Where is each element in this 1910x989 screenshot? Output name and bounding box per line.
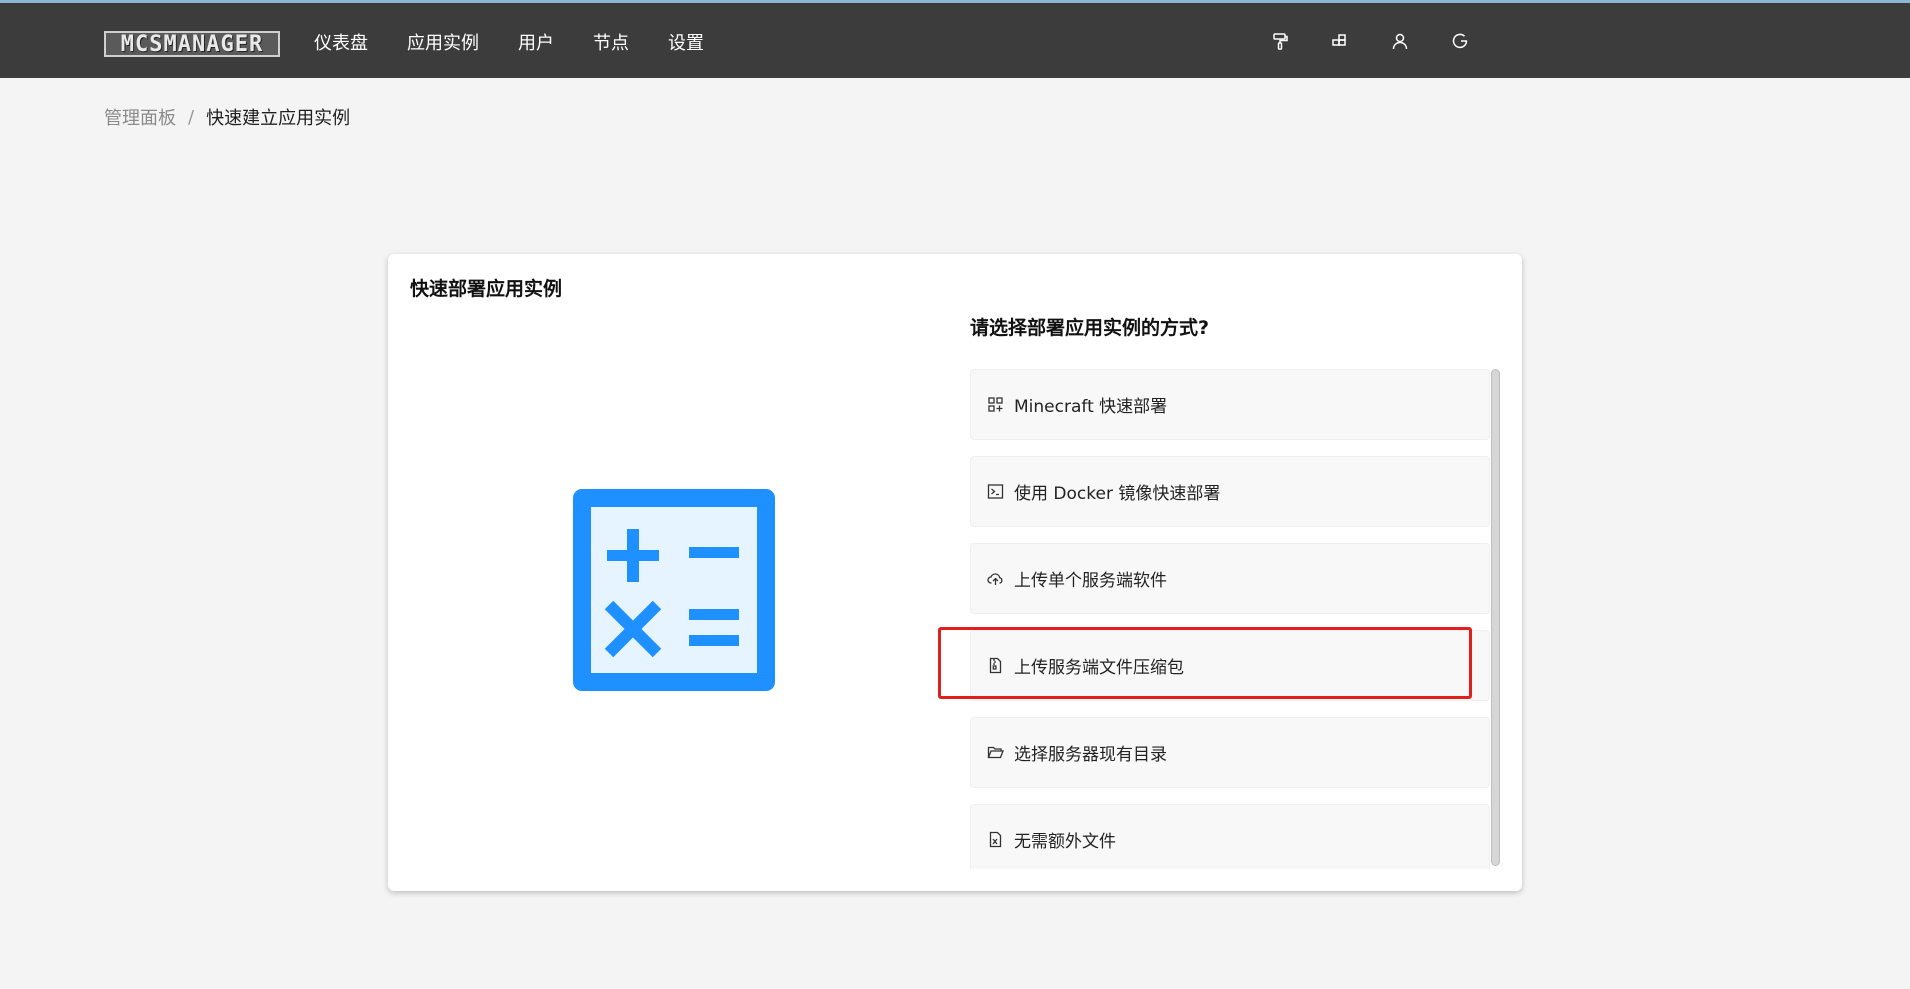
cloud-upload-icon	[987, 573, 1003, 585]
options-scrollbar[interactable]	[1491, 369, 1500, 866]
option-label: 上传服务端文件压缩包	[1014, 658, 1184, 678]
nav-dashboard[interactable]: 仪表盘	[314, 29, 368, 59]
option-no-extra-files[interactable]: 无需额外文件	[970, 804, 1490, 869]
main-nav: 仪表盘 应用实例 用户 节点 设置	[314, 29, 743, 59]
nav-users[interactable]: 用户	[518, 29, 554, 59]
option-docker-deploy[interactable]: 使用 Docker 镜像快速部署	[970, 456, 1490, 527]
option-upload-server-archive[interactable]: 上传服务端文件压缩包	[970, 630, 1490, 701]
card-title: 快速部署应用实例	[410, 278, 563, 300]
user-icon[interactable]	[1370, 21, 1430, 61]
puzzle-icon[interactable]	[1310, 21, 1370, 61]
breadcrumb-current: 快速建立应用实例	[206, 108, 351, 129]
deploy-method-question: 请选择部署应用实例的方式?	[970, 317, 1210, 339]
terminal-icon	[987, 484, 1004, 499]
calculator-icon	[573, 489, 775, 691]
top-navbar: MCSMANAGER 仪表盘 应用实例 用户 节点 设置	[0, 0, 1910, 78]
nav-nodes[interactable]: 节点	[593, 29, 629, 59]
option-minecraft-quick-deploy[interactable]: Minecraft 快速部署	[970, 369, 1490, 440]
breadcrumb-separator: /	[188, 106, 195, 128]
option-label: 使用 Docker 镜像快速部署	[1014, 484, 1221, 504]
option-upload-single-server[interactable]: 上传单个服务端软件	[970, 543, 1490, 614]
option-label: 无需额外文件	[1014, 832, 1116, 852]
nav-settings[interactable]: 设置	[668, 29, 704, 59]
file-excel-icon	[989, 831, 1002, 848]
quick-deploy-card: 快速部署应用实例 请选择部署应用实例的方式? Minecraft 快速部署 使用…	[388, 254, 1522, 891]
file-zip-icon	[989, 657, 1002, 674]
app-grid-icon	[988, 397, 1003, 412]
option-label: 上传单个服务端软件	[1014, 571, 1167, 591]
option-select-existing-directory[interactable]: 选择服务器现有目录	[970, 717, 1490, 788]
deploy-options-list: Minecraft 快速部署 使用 Docker 镜像快速部署 上传单个服务端软…	[970, 369, 1490, 869]
nav-instances[interactable]: 应用实例	[407, 29, 479, 59]
paint-roller-icon[interactable]	[1250, 21, 1310, 61]
breadcrumb-root[interactable]: 管理面板	[104, 104, 176, 130]
option-label: 选择服务器现有目录	[1014, 745, 1167, 765]
logout-icon[interactable]	[1430, 21, 1490, 61]
toolbar-icons	[1250, 3, 1490, 78]
option-label: Minecraft 快速部署	[1014, 397, 1168, 417]
folder-open-icon	[987, 746, 1004, 759]
mcsmanager-logo[interactable]: MCSMANAGER	[104, 31, 280, 57]
breadcrumb: 管理面板 / 快速建立应用实例	[104, 104, 350, 130]
